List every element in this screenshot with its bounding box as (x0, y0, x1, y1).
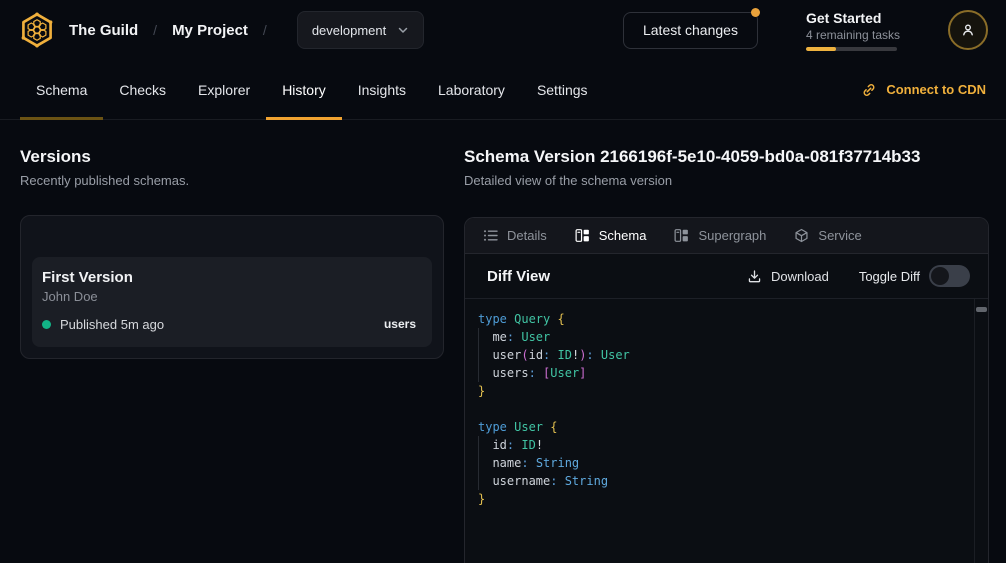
cube-icon (794, 228, 809, 243)
version-status-row: Published 5m ago users (42, 316, 416, 332)
nav-tab-explorer[interactable]: Explorer (182, 60, 266, 119)
nav-tab-history[interactable]: History (266, 60, 342, 119)
get-started-title: Get Started (806, 10, 900, 26)
list-icon (483, 228, 498, 243)
version-name: First Version (42, 269, 416, 286)
chevron-down-icon (397, 24, 409, 36)
versions-panel: Versions Recently published schemas. Fir… (0, 120, 464, 563)
nav-tab-settings[interactable]: Settings (521, 60, 604, 119)
target-selector-value: development (312, 23, 386, 38)
schema-version-detail-container: Details Schema (464, 217, 989, 563)
schema-code-viewer[interactable]: type Query { me: User user(id: ID!): Use… (465, 299, 988, 563)
switch-knob (931, 267, 949, 285)
schema-version-title: Schema Version 2166196f-5e10-4059-bd0a-0… (464, 147, 989, 167)
service-badge: users (384, 317, 416, 331)
columns-icon (575, 228, 590, 243)
avatar[interactable] (948, 10, 988, 50)
indent-guide (478, 328, 479, 382)
get-started-widget[interactable]: Get Started 4 remaining tasks (806, 10, 900, 51)
version-author: John Doe (42, 289, 416, 304)
toggle-diff-switch[interactable] (929, 265, 970, 287)
scrollbar-thumb[interactable] (976, 307, 987, 312)
download-icon (747, 269, 762, 284)
version-list-item[interactable]: First Version John Doe Published 5m ago … (32, 257, 432, 347)
tab-schema[interactable]: Schema (575, 228, 647, 243)
versions-card: First Version John Doe Published 5m ago … (20, 215, 444, 359)
detail-tab-strip: Details Schema (465, 218, 988, 254)
notification-dot (751, 8, 760, 17)
person-icon (960, 22, 976, 38)
tab-service[interactable]: Service (794, 228, 861, 243)
top-header: The Guild / My Project / development Lat… (0, 0, 1006, 60)
main-nav: Schema Checks Explorer History Insights … (0, 60, 1006, 120)
nav-tab-schema[interactable]: Schema (20, 60, 103, 119)
get-started-progress-fill (806, 47, 836, 51)
nav-tab-laboratory[interactable]: Laboratory (422, 60, 521, 119)
versions-subtitle: Recently published schemas. (20, 173, 444, 188)
code-lines: type Query { me: User user(id: ID!): Use… (478, 310, 962, 508)
get-started-progress-bar (806, 47, 897, 51)
versions-title: Versions (20, 147, 444, 167)
link-icon (861, 82, 877, 98)
tab-supergraph[interactable]: Supergraph (674, 228, 766, 243)
scrollbar-track (974, 299, 975, 563)
indent-guide (478, 436, 479, 490)
main-content: Versions Recently published schemas. Fir… (0, 120, 1006, 563)
tab-details[interactable]: Details (483, 228, 547, 243)
schema-version-panel: Schema Version 2166196f-5e10-4059-bd0a-0… (464, 120, 1006, 563)
breadcrumb-org[interactable]: The Guild (69, 22, 138, 39)
breadcrumb-separator: / (263, 22, 267, 38)
columns-icon (674, 228, 689, 243)
connect-to-cdn-button[interactable]: Connect to CDN (861, 60, 986, 119)
breadcrumb-separator: / (153, 22, 157, 38)
nav-tab-checks[interactable]: Checks (103, 60, 182, 119)
toggle-diff-label: Toggle Diff (859, 269, 920, 284)
published-dot-icon (42, 320, 51, 329)
breadcrumb-project[interactable]: My Project (172, 22, 248, 39)
latest-changes-button[interactable]: Latest changes (623, 12, 758, 49)
version-status: Published 5m ago (60, 317, 164, 332)
nav-tab-insights[interactable]: Insights (342, 60, 422, 119)
schema-version-subtitle: Detailed view of the schema version (464, 173, 989, 188)
download-button[interactable]: Download (747, 269, 829, 284)
target-selector-dropdown[interactable]: development (297, 11, 424, 49)
get-started-subtitle: 4 remaining tasks (806, 28, 900, 42)
app-root: The Guild / My Project / development Lat… (0, 0, 1006, 563)
hive-logo-icon[interactable] (18, 11, 56, 49)
diff-view-title: Diff View (487, 268, 550, 285)
diff-toolbar: Diff View Download Toggle Diff (465, 254, 988, 299)
